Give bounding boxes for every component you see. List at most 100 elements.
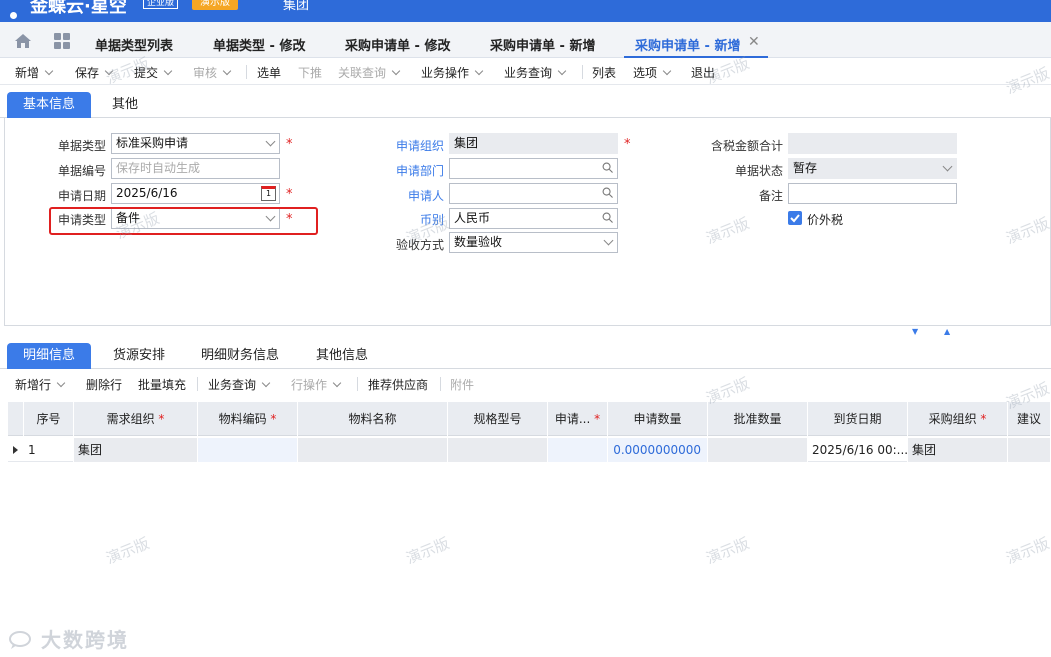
col-purchase-org-label: 采购组织 xyxy=(928,412,977,426)
col-demand-org[interactable]: 需求组织 * xyxy=(74,402,198,436)
close-icon[interactable]: ✕ xyxy=(748,34,760,50)
required-mark: * xyxy=(270,412,277,426)
chevron-down-icon[interactable] xyxy=(222,66,232,76)
chevron-down-icon[interactable] xyxy=(603,235,614,246)
recommend-supplier-button[interactable]: 推荐供应商 xyxy=(368,376,428,393)
chevron-down-icon[interactable] xyxy=(261,378,271,388)
tab-basic-info[interactable]: 基本信息 xyxy=(7,92,91,118)
chevron-down-icon[interactable] xyxy=(56,378,66,388)
applicant-label[interactable]: 申请人 xyxy=(364,187,444,204)
collapse-up-icon[interactable]: ▲ xyxy=(944,327,950,336)
collapse-down-icon[interactable]: ▼ xyxy=(912,327,918,336)
col-material-code[interactable]: 物料编码 * xyxy=(198,402,298,436)
tab-other-info[interactable]: 其他信息 xyxy=(304,343,380,369)
chevron-down-icon[interactable] xyxy=(163,66,173,76)
toolbar-divider xyxy=(357,377,358,391)
chevron-down-icon[interactable] xyxy=(332,378,342,388)
col-demand-org-label: 需求组织 xyxy=(106,412,155,426)
list-button[interactable]: 列表 xyxy=(592,64,616,81)
options-button[interactable]: 选项 xyxy=(633,64,672,81)
org-switcher[interactable]: 集团 xyxy=(283,0,309,13)
bottom-logo-text: 大数跨境 xyxy=(40,628,129,652)
audit-button[interactable]: 审核 xyxy=(193,64,232,81)
apply-org-field[interactable]: 集团 xyxy=(449,133,618,154)
cell-suggest xyxy=(1008,438,1051,462)
linked-query-button[interactable]: 关联查询 xyxy=(338,64,401,81)
apps-grid-icon[interactable] xyxy=(54,33,70,49)
chevron-down-icon[interactable] xyxy=(557,66,567,76)
calendar-icon[interactable]: 1 xyxy=(261,186,276,201)
apply-dept-label[interactable]: 申请部门 xyxy=(364,162,444,179)
attachment-button[interactable]: 附件 xyxy=(450,376,474,393)
col-purchase-org[interactable]: 采购组织 * xyxy=(908,402,1008,436)
detail-tabs: 明细信息 货源安排 明细财务信息 其他信息 xyxy=(0,341,1051,369)
bill-no-field[interactable]: 保存时自动生成 xyxy=(111,158,280,179)
row-op-button[interactable]: 行操作 xyxy=(291,376,342,393)
col-material-name[interactable]: 物料名称 xyxy=(298,402,448,436)
currency-value: 人民币 xyxy=(454,211,491,225)
add-row-button[interactable]: 新增行 xyxy=(15,376,66,393)
price-excl-tax-checkbox[interactable] xyxy=(788,211,802,225)
biz-query-button[interactable]: 业务查询 xyxy=(504,64,567,81)
tab-bar: 单据类型列表 单据类型 - 修改 采购申请单 - 修改 采购申请单 - 新增 采… xyxy=(0,22,1051,58)
new-button[interactable]: 新增 xyxy=(15,64,54,81)
cell-arrival-date[interactable]: 2025/6/16 00:... xyxy=(808,438,908,462)
accept-method-select[interactable]: 数量验收 xyxy=(449,232,618,253)
cell-purchase-org[interactable]: 集团 xyxy=(908,438,1008,462)
applicant-field[interactable] xyxy=(449,183,618,204)
tab-bill-type-edit[interactable]: 单据类型 - 修改 xyxy=(213,35,305,54)
chevron-down-icon[interactable] xyxy=(265,136,276,147)
tab-other[interactable]: 其他 xyxy=(96,92,154,118)
remark-field[interactable] xyxy=(788,183,957,204)
col-arrival-date[interactable]: 到货日期 xyxy=(808,402,908,436)
col-seq[interactable]: 序号 xyxy=(24,402,74,436)
apply-org-label[interactable]: 申请组织 xyxy=(364,137,444,154)
col-apply-unit-label: 申请... xyxy=(554,412,591,426)
tab-purchase-request-new-active[interactable]: 采购申请单 - 新增 xyxy=(635,35,740,54)
bill-no-label: 单据编号 xyxy=(57,164,106,178)
tax-total-label: 含税金额合计 xyxy=(710,139,783,153)
push-down-button[interactable]: 下推 xyxy=(298,64,322,81)
delete-row-button[interactable]: 删除行 xyxy=(86,376,122,393)
search-icon[interactable] xyxy=(602,162,613,173)
currency-field[interactable]: 人民币 xyxy=(449,208,618,229)
apply-date-field[interactable]: 2025/6/16 1 xyxy=(111,183,280,204)
biz-query-label: 业务查询 xyxy=(504,66,553,80)
annotation-highlight-box xyxy=(49,207,318,235)
chevron-down-icon[interactable] xyxy=(44,66,54,76)
select-bill-button[interactable]: 选单 xyxy=(257,64,281,81)
watermark: 演示版 xyxy=(403,534,452,568)
chevron-down-icon[interactable] xyxy=(474,66,484,76)
col-apply-qty[interactable]: 申请数量 xyxy=(608,402,708,436)
linked-query-label: 关联查询 xyxy=(338,66,387,80)
accept-method-value: 数量验收 xyxy=(454,235,503,249)
chevron-down-icon[interactable] xyxy=(662,66,672,76)
toolbar-divider xyxy=(582,65,583,79)
tab-purchase-request-edit[interactable]: 采购申请单 - 修改 xyxy=(345,35,450,54)
apply-dept-field[interactable] xyxy=(449,158,618,179)
cell-material-code[interactable] xyxy=(198,438,298,462)
search-icon[interactable] xyxy=(602,212,613,223)
batch-fill-button[interactable]: 批量填充 xyxy=(138,376,186,393)
search-icon[interactable] xyxy=(602,187,613,198)
bill-type-select[interactable]: 标准采购申请 xyxy=(111,133,280,154)
home-icon[interactable] xyxy=(14,33,32,49)
chevron-down-icon[interactable] xyxy=(391,66,401,76)
biz-op-button[interactable]: 业务操作 xyxy=(421,64,484,81)
remark-label: 备注 xyxy=(758,189,783,203)
tab-purchase-request-new[interactable]: 采购申请单 - 新增 xyxy=(490,35,595,54)
col-apply-unit[interactable]: 申请... * xyxy=(548,402,608,436)
table-row[interactable]: 1 集团 0.0000000000 2025/6/16 00:... 集团 xyxy=(8,438,1051,462)
grid-biz-query-button[interactable]: 业务查询 xyxy=(208,376,271,393)
tab-bill-type-list[interactable]: 单据类型列表 xyxy=(95,35,173,54)
tab-detail-info[interactable]: 明细信息 xyxy=(7,343,91,369)
col-approved-qty[interactable]: 批准数量 xyxy=(708,402,808,436)
tab-source-arrangement[interactable]: 货源安排 xyxy=(100,343,178,369)
cell-apply-unit[interactable] xyxy=(548,438,608,462)
cell-demand-org[interactable]: 集团 xyxy=(74,438,198,462)
cell-apply-qty[interactable]: 0.0000000000 xyxy=(608,438,708,462)
col-spec[interactable]: 规格型号 xyxy=(448,402,548,436)
status-value: 暂存 xyxy=(793,161,818,175)
tab-detail-finance[interactable]: 明细财务信息 xyxy=(190,343,290,369)
toolbar-divider xyxy=(246,65,247,79)
